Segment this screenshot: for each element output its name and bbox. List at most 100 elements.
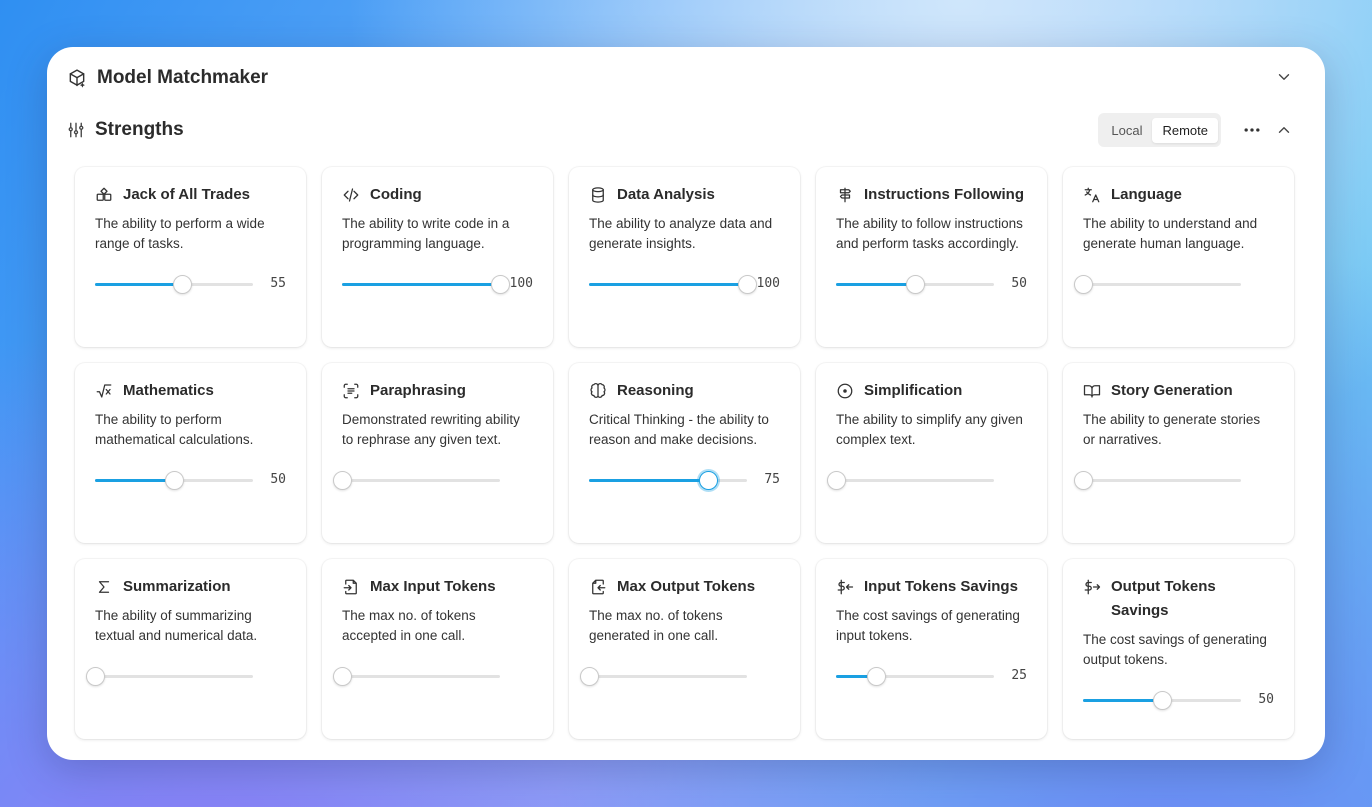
card-title: Instructions Following — [836, 185, 1027, 207]
card-name: Summarization — [123, 578, 231, 595]
panel-header: Model Matchmaker — [67, 65, 1293, 91]
remote-option[interactable]: Remote — [1152, 117, 1218, 143]
card-description: The cost savings of generating output to… — [1083, 632, 1267, 667]
slider-thumb[interactable] — [738, 275, 757, 294]
card-name: Paraphrasing — [370, 382, 466, 399]
card-description: The ability to simplify any given comple… — [836, 412, 1023, 447]
slider-fill — [342, 283, 500, 286]
slider-thumb[interactable] — [698, 471, 718, 490]
card-name: Max Output Tokens — [617, 578, 756, 595]
slider-thumb[interactable] — [866, 667, 886, 686]
card-description: The ability to perform a wide range of t… — [95, 216, 265, 251]
slider-value: 100 — [509, 276, 533, 291]
sliders-icon — [67, 121, 85, 139]
slider-track[interactable] — [342, 479, 500, 482]
card-name: Language — [1111, 186, 1182, 203]
strength-slider[interactable]: 75 — [589, 471, 780, 490]
strength-slider[interactable] — [333, 471, 533, 490]
card-title: Max Input Tokens — [342, 577, 533, 599]
slider-value: 25 — [1011, 668, 1027, 683]
strength-slider[interactable]: 25 — [836, 667, 1027, 686]
card-description: Critical Thinking - the ability to reaso… — [589, 412, 769, 447]
chevron-down-icon[interactable] — [1275, 68, 1293, 86]
slider-track[interactable] — [836, 479, 994, 482]
chevron-up-icon[interactable] — [1275, 121, 1293, 139]
slider-track[interactable] — [589, 675, 747, 678]
card-title: Mathematics — [95, 381, 286, 403]
card-name: Coding — [370, 186, 422, 203]
strength-card-max-output-tokens: Max Output Tokens The max no. of tokens … — [569, 559, 800, 739]
slider-fill — [836, 283, 915, 286]
slider-thumb[interactable] — [165, 471, 184, 490]
strength-card-input-tokens-savings: Input Tokens Savings The cost savings of… — [816, 559, 1047, 739]
card-title: Jack of All Trades — [95, 185, 286, 207]
card-name: Jack of All Trades — [123, 186, 251, 203]
strength-slider[interactable]: 50 — [1083, 691, 1274, 710]
slider-thumb[interactable] — [1153, 691, 1172, 710]
box-sparkle-icon — [67, 68, 87, 88]
strength-card-coding: Coding The ability to write code in a pr… — [322, 167, 553, 347]
scan-text-icon — [342, 381, 360, 401]
strength-slider[interactable] — [333, 667, 533, 686]
strength-card-mathematics: Mathematics The ability to perform mathe… — [75, 363, 306, 543]
signpost-icon — [836, 185, 854, 205]
card-description: The ability to analyze data and generate… — [589, 216, 773, 251]
card-name: Max Input Tokens — [370, 578, 496, 595]
strength-slider[interactable] — [86, 667, 286, 686]
slider-thumb[interactable] — [86, 667, 105, 686]
card-description: The ability of summarizing textual and n… — [95, 608, 258, 643]
slider-thumb[interactable] — [491, 275, 510, 294]
slider-thumb[interactable] — [333, 471, 352, 490]
strength-card-max-input-tokens: Max Input Tokens The max no. of tokens a… — [322, 559, 553, 739]
slider-thumb[interactable] — [906, 275, 925, 294]
card-title: Summarization — [95, 577, 286, 599]
more-horizontal-icon[interactable] — [1241, 120, 1263, 140]
strength-slider[interactable] — [1074, 275, 1274, 294]
strength-card-output-tokens-savings: Output Tokens Savings The cost savings o… — [1063, 559, 1294, 739]
slider-thumb[interactable] — [1074, 275, 1093, 294]
dollar-arrow-left-icon — [836, 577, 854, 597]
slider-thumb[interactable] — [827, 471, 846, 490]
slider-thumb[interactable] — [580, 667, 599, 686]
strength-slider[interactable]: 50 — [836, 275, 1027, 294]
slider-track[interactable] — [1083, 283, 1241, 286]
square-root-icon — [95, 381, 113, 401]
card-title: Coding — [342, 185, 533, 207]
card-description: The max no. of tokens generated in one c… — [589, 608, 723, 643]
slider-track[interactable] — [95, 675, 253, 678]
card-description: The ability to understand and generate h… — [1083, 216, 1258, 251]
strength-slider[interactable]: 100 — [342, 275, 533, 294]
card-name: Output Tokens Savings — [1111, 578, 1216, 619]
strength-slider[interactable] — [1074, 471, 1274, 490]
strength-card-jack-of-all-trades: Jack of All Trades The ability to perfor… — [75, 167, 306, 347]
strength-slider[interactable]: 55 — [95, 275, 286, 294]
slider-track[interactable] — [1083, 479, 1241, 482]
strength-slider[interactable] — [827, 471, 1027, 490]
strength-card-language: Language The ability to understand and g… — [1063, 167, 1294, 347]
card-name: Instructions Following — [864, 186, 1024, 203]
local-remote-toggle: Local Remote — [1098, 113, 1221, 147]
code-icon — [342, 185, 360, 205]
strength-card-summarization: Summarization The ability of summarizing… — [75, 559, 306, 739]
strength-slider[interactable] — [580, 667, 780, 686]
card-description: The cost savings of generating input tok… — [836, 608, 1020, 643]
card-title: Language — [1083, 185, 1274, 207]
slider-thumb[interactable] — [1074, 471, 1093, 490]
card-description: The max no. of tokens accepted in one ca… — [342, 608, 476, 643]
local-option[interactable]: Local — [1101, 118, 1152, 143]
slider-thumb[interactable] — [333, 667, 352, 686]
strength-slider[interactable]: 100 — [589, 275, 780, 294]
translate-icon — [1083, 185, 1101, 205]
slider-track[interactable] — [342, 675, 500, 678]
strength-slider[interactable]: 50 — [95, 471, 286, 490]
slider-thumb[interactable] — [172, 275, 192, 294]
file-output-icon — [589, 577, 607, 597]
slider-fill — [589, 479, 708, 482]
slider-fill — [95, 479, 174, 482]
card-title: Reasoning — [589, 381, 780, 403]
strength-card-story-generation: Story Generation The ability to generate… — [1063, 363, 1294, 543]
file-input-icon — [342, 577, 360, 597]
slider-value: 100 — [756, 276, 780, 291]
slider-value: 75 — [764, 472, 780, 487]
card-title: Paraphrasing — [342, 381, 533, 403]
